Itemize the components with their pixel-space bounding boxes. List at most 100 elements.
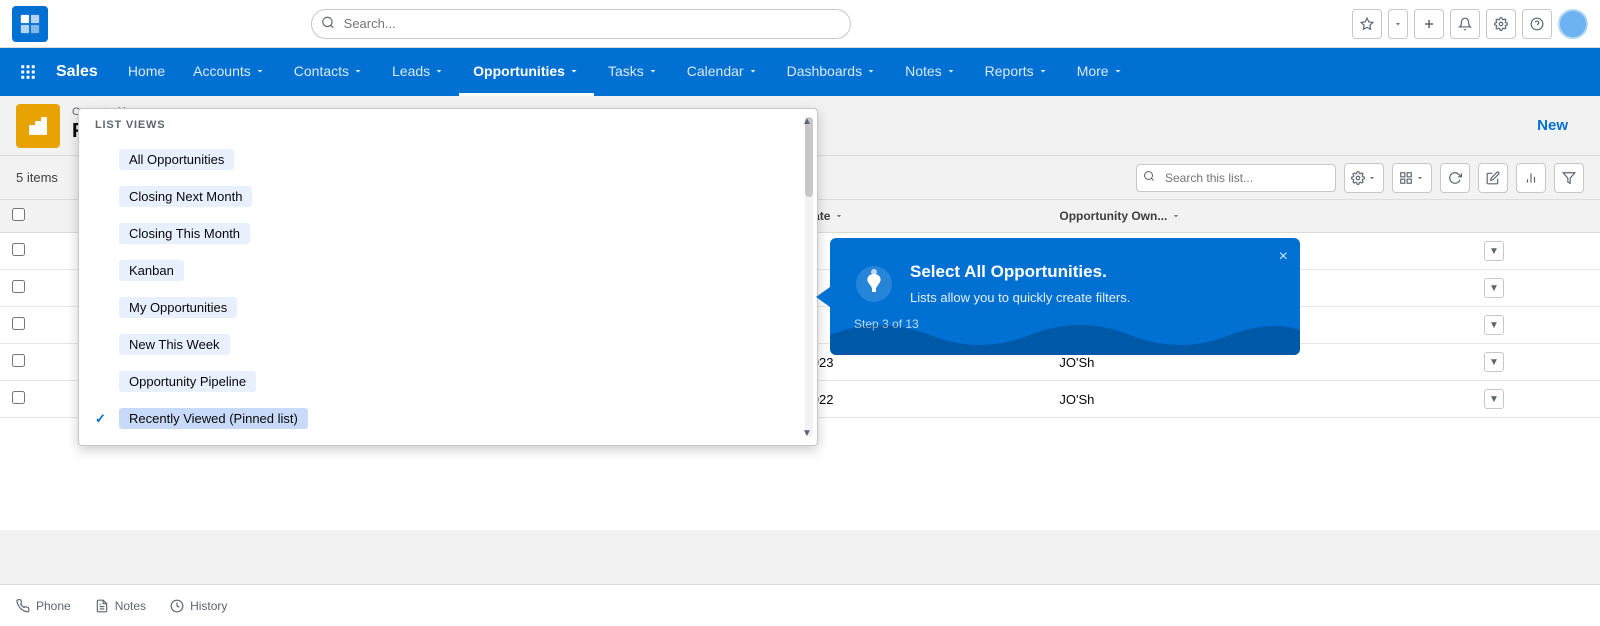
list-search <box>1136 164 1336 192</box>
user-avatar[interactable] <box>1558 9 1588 39</box>
list-view-item-pipeline[interactable]: Opportunity Pipeline <box>79 363 817 400</box>
scroll-up-arrow[interactable]: ▲ <box>799 113 815 129</box>
notifications-button[interactable] <box>1450 9 1480 39</box>
top-bar-actions <box>1352 9 1588 39</box>
bottom-bar-notes-label: Notes <box>115 599 146 613</box>
list-views-header: LIST VIEWS <box>79 109 817 137</box>
refresh-button[interactable] <box>1440 163 1470 193</box>
row-owner-cell: JO'Sh <box>1047 381 1472 418</box>
tooltip-close-button[interactable]: × <box>1279 248 1288 266</box>
row-action-button[interactable]: ▼ <box>1484 352 1504 372</box>
tooltip-title: Select All Opportunities. <box>910 262 1130 282</box>
list-view-item-recently-label: Recently Viewed (Pinned list) <box>119 408 308 429</box>
view-toggle-button[interactable] <box>1392 163 1432 193</box>
top-bar <box>0 0 1600 48</box>
list-view-item-new-this-week[interactable]: New This Week <box>79 326 817 363</box>
list-search-input[interactable] <box>1136 164 1336 192</box>
nav-item-more-label: More <box>1077 63 1109 79</box>
row-action-button[interactable]: ▼ <box>1484 315 1504 335</box>
scrollbar-thumb <box>805 117 813 197</box>
nav-item-dashboards[interactable]: Dashboards <box>773 48 892 96</box>
nav-item-calendar-label: Calendar <box>687 63 744 79</box>
tooltip-wave <box>830 315 1300 355</box>
nav-item-more[interactable]: More <box>1063 48 1138 96</box>
row-action-button[interactable]: ▼ <box>1484 241 1504 261</box>
settings-dropdown-button[interactable] <box>1344 163 1384 193</box>
bottom-bar-history[interactable]: History <box>170 599 227 613</box>
list-view-item-my[interactable]: My Opportunities <box>79 289 817 326</box>
bottom-bar-phone-label: Phone <box>36 599 71 613</box>
nav-item-leads-label: Leads <box>392 63 430 79</box>
list-view-item-kanban-label: Kanban <box>119 260 184 281</box>
list-view-item-closing-next[interactable]: Closing Next Month <box>79 178 817 215</box>
list-view-item-closing-this[interactable]: Closing This Month <box>79 215 817 252</box>
row-checkbox[interactable] <box>12 243 25 256</box>
nav-item-accounts-label: Accounts <box>193 63 251 79</box>
nav-item-opportunities[interactable]: Opportunities <box>459 48 594 96</box>
col-checkbox <box>0 200 40 233</box>
nav-item-calendar[interactable]: Calendar <box>673 48 773 96</box>
add-button[interactable] <box>1414 9 1444 39</box>
select-all-checkbox[interactable] <box>12 208 25 221</box>
row-action-button[interactable]: ▼ <box>1484 278 1504 298</box>
nav-bar: Sales Home Accounts Contacts Leads Oppor… <box>0 48 1600 96</box>
row-action-cell: ▼ <box>1472 233 1600 270</box>
list-view-item-kanban[interactable]: Kanban <box>79 252 817 289</box>
nav-item-home-label: Home <box>128 63 165 79</box>
row-checkbox[interactable] <box>12 391 25 404</box>
tooltip-popup: × Select All Opportunities. Lists allow … <box>830 238 1300 355</box>
list-view-item-all[interactable]: All Opportunities <box>79 141 817 178</box>
list-search-icon <box>1143 170 1155 185</box>
app-name[interactable]: Sales <box>48 48 114 96</box>
tooltip-pointer <box>816 287 830 307</box>
list-view-item-closing-next-label: Closing Next Month <box>119 186 252 207</box>
filter-button[interactable] <box>1554 163 1584 193</box>
list-view-item-my-label: My Opportunities <box>119 297 237 318</box>
nav-item-reports[interactable]: Reports <box>971 48 1063 96</box>
bottom-bar: Phone Notes History <box>0 584 1600 626</box>
nav-item-dashboards-label: Dashboards <box>787 63 863 79</box>
nav-item-opportunities-label: Opportunities <box>473 63 565 79</box>
nav-item-tasks-label: Tasks <box>608 63 644 79</box>
app-launcher-button[interactable] <box>8 48 48 96</box>
col-owner: Opportunity Own... <box>1047 200 1472 233</box>
bottom-bar-history-label: History <box>190 599 227 613</box>
app-logo <box>12 6 48 42</box>
help-button[interactable] <box>1522 9 1552 39</box>
list-view-item-recently-viewed[interactable]: ✓ Recently Viewed (Pinned list) <box>79 400 817 437</box>
row-checkbox-cell <box>0 233 40 270</box>
row-checkbox[interactable] <box>12 317 25 330</box>
row-action-button[interactable]: ▼ <box>1484 389 1504 409</box>
col-actions <box>1472 200 1600 233</box>
row-checkbox[interactable] <box>12 354 25 367</box>
search-icon <box>321 15 335 32</box>
nav-item-tasks[interactable]: Tasks <box>594 48 673 96</box>
global-search <box>311 9 851 39</box>
nav-item-contacts-label: Contacts <box>294 63 349 79</box>
favorites-button[interactable] <box>1352 9 1382 39</box>
list-view-item-pipeline-label: Opportunity Pipeline <box>119 371 256 392</box>
setup-button[interactable] <box>1486 9 1516 39</box>
nav-item-leads[interactable]: Leads <box>378 48 459 96</box>
list-view-item-all-label: All Opportunities <box>119 149 234 170</box>
checkmark-icon: ✓ <box>95 411 106 427</box>
list-views-dropdown: LIST VIEWS All Opportunities Closing Nex… <box>78 108 818 446</box>
edit-columns-button[interactable] <box>1478 163 1508 193</box>
nav-item-notes[interactable]: Notes <box>891 48 971 96</box>
list-views-items: All Opportunities Closing Next Month Clo… <box>79 137 817 445</box>
favorites-dropdown[interactable] <box>1388 9 1408 39</box>
search-input[interactable] <box>311 9 851 39</box>
tooltip-icon <box>854 264 894 304</box>
nav-item-accounts[interactable]: Accounts <box>179 48 280 96</box>
nav-item-contacts[interactable]: Contacts <box>280 48 378 96</box>
new-record-button[interactable]: New <box>1521 109 1584 142</box>
nav-item-notes-label: Notes <box>905 63 942 79</box>
opportunities-icon <box>16 104 60 148</box>
charts-button[interactable] <box>1516 163 1546 193</box>
nav-item-home[interactable]: Home <box>114 48 179 96</box>
bottom-bar-phone[interactable]: Phone <box>16 599 71 613</box>
bottom-bar-notes[interactable]: Notes <box>95 599 146 613</box>
dropdown-scrollbar[interactable] <box>805 117 813 437</box>
row-checkbox[interactable] <box>12 280 25 293</box>
scroll-down-arrow[interactable]: ▼ <box>799 425 815 441</box>
